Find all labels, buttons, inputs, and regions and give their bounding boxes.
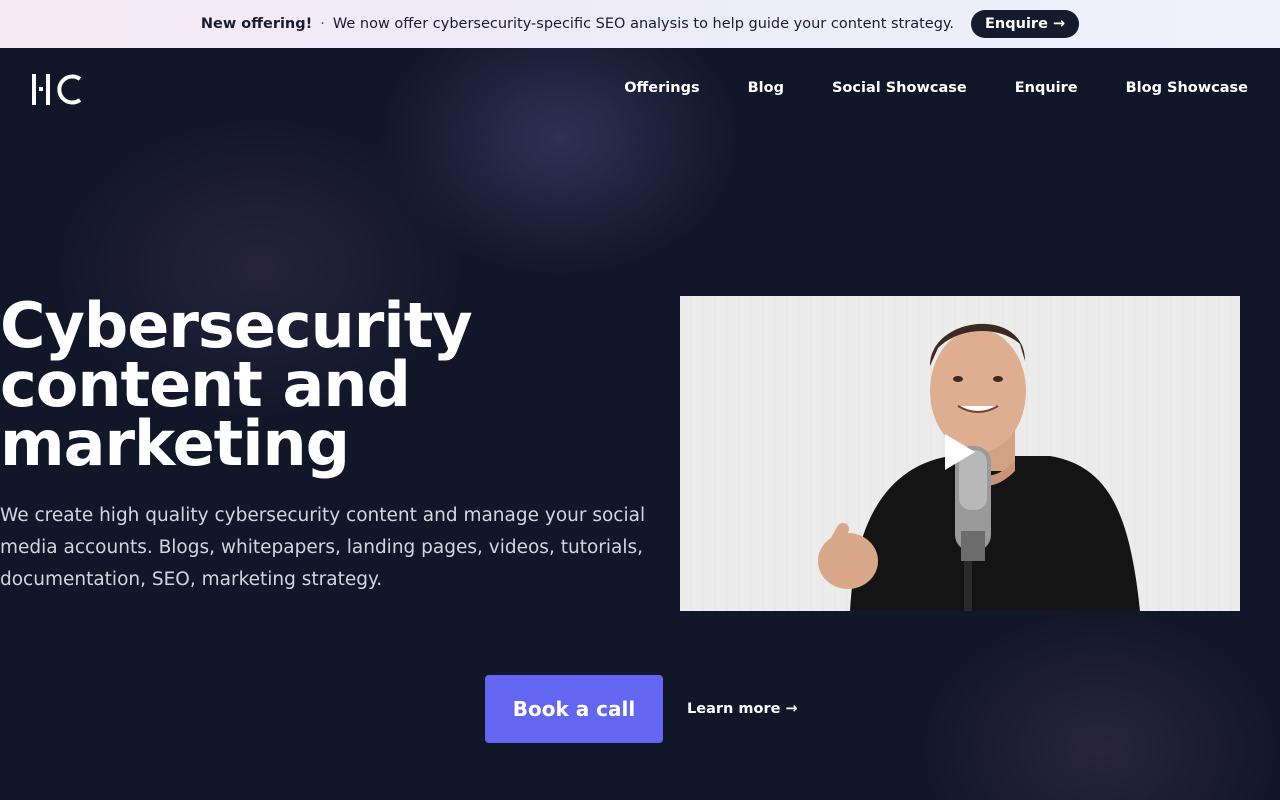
hero-description: We create high quality cybersecurity con… bbox=[0, 505, 646, 590]
nav-item-blog-showcase[interactable]: Blog Showcase bbox=[1126, 78, 1248, 98]
hero-title: Cybersecurity content and marketing bbox=[0, 289, 473, 480]
main-nav: Offerings Blog Social Showcase Enquire B… bbox=[624, 78, 1248, 98]
announcement-banner: New offering! · We now offer cybersecuri… bbox=[0, 0, 1280, 48]
banner-highlight: New offering! bbox=[200, 16, 313, 32]
nav-item-offerings[interactable]: Offerings bbox=[624, 78, 699, 98]
play-icon[interactable] bbox=[943, 432, 977, 472]
nav-item-blog[interactable]: Blog bbox=[748, 78, 784, 98]
banner-separator: · bbox=[320, 16, 325, 32]
banner-message: We now offer cybersecurity-specific SEO … bbox=[332, 16, 955, 32]
learn-more-link[interactable]: Learn more → bbox=[687, 699, 798, 719]
logo[interactable] bbox=[32, 72, 84, 106]
book-a-call-button[interactable]: Book a call bbox=[485, 675, 663, 743]
banner-enquire-button[interactable]: Enquire → bbox=[971, 10, 1080, 38]
nav-item-enquire[interactable]: Enquire bbox=[1015, 78, 1078, 98]
nav-item-social-showcase[interactable]: Social Showcase bbox=[832, 78, 967, 98]
